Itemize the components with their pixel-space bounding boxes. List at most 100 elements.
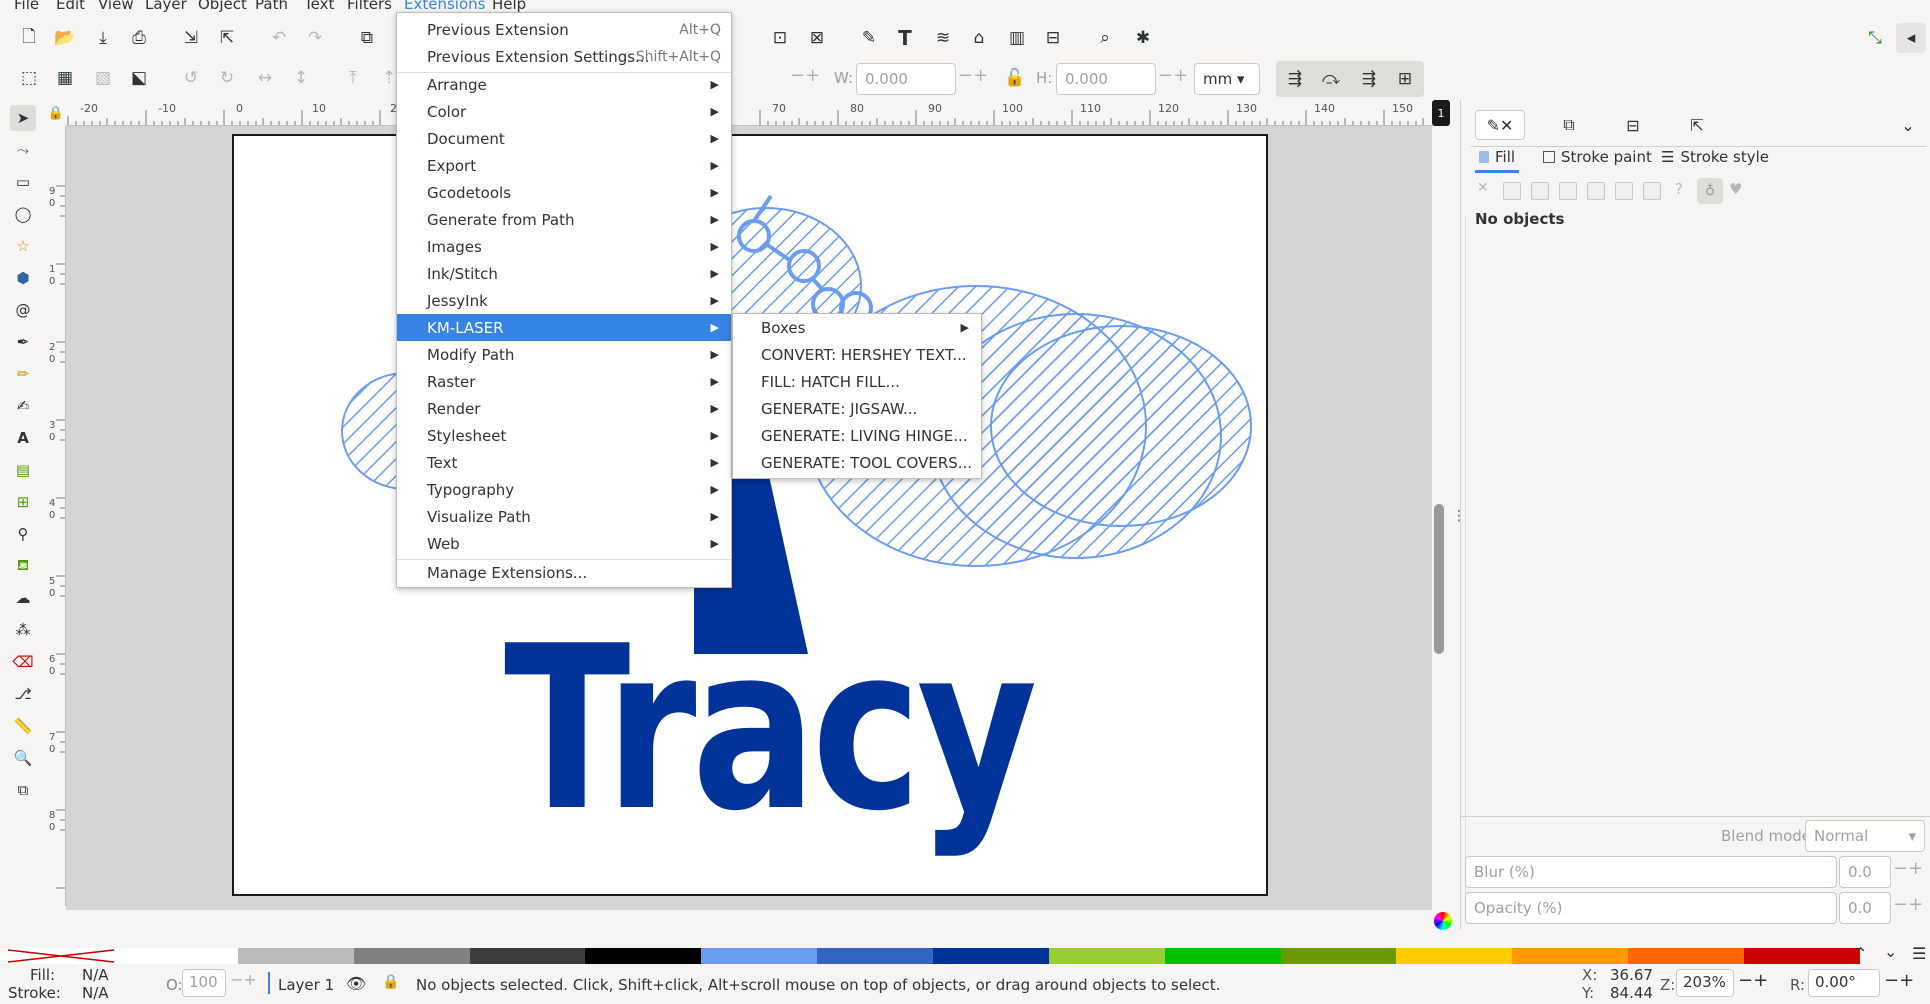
menu-path[interactable]: Path	[255, 0, 288, 12]
ellipse-tool-icon[interactable]: ◯	[10, 201, 36, 227]
stroke-paint-tab[interactable]: Stroke paint	[1543, 148, 1652, 166]
palette-swatch[interactable]	[237, 948, 354, 964]
unset-paint-icon[interactable]: ?	[1675, 180, 1683, 198]
fill-stroke-icon[interactable]: ✎	[854, 23, 884, 53]
height-field[interactable]: 0.000	[1056, 63, 1156, 95]
palette-swatch[interactable]	[1744, 948, 1860, 964]
spray-tool-icon[interactable]: ⁂	[10, 617, 36, 643]
preferences-icon[interactable]: ✱	[1128, 23, 1158, 53]
print-icon[interactable]: ⎙	[124, 23, 154, 53]
menu-item-arrange[interactable]: Arrange ▶	[397, 71, 731, 98]
palette-scroll-down-icon[interactable]: ⌄	[1884, 942, 1897, 961]
layer-lock-icon[interactable]: 🔒	[382, 974, 399, 990]
swatch-icon[interactable]	[1643, 182, 1661, 200]
blend-mode-select[interactable]: Normal ▾	[1805, 820, 1925, 852]
no-paint-icon[interactable]: ✕	[1477, 180, 1489, 196]
star-tool-icon[interactable]: ☆	[10, 233, 36, 259]
menu-item-raster[interactable]: Raster ▶	[397, 368, 731, 395]
palette-menu-icon[interactable]: ☰	[1912, 944, 1926, 963]
duplicate-icon[interactable]: ⧉	[352, 23, 382, 53]
menu-item-jessyink[interactable]: JessyInk ▶	[397, 287, 731, 314]
rotation-spin-buttons[interactable]: −+	[1884, 970, 1914, 991]
import-icon[interactable]: ⇲	[176, 23, 206, 53]
layers-icon[interactable]: ≋	[928, 23, 958, 53]
text-font-icon[interactable]: T	[890, 23, 920, 53]
menu-item-color[interactable]: Color ▶	[397, 98, 731, 125]
undo-icon[interactable]: ↶	[264, 23, 294, 53]
tweak-tool-icon[interactable]: ☁	[10, 585, 36, 611]
flip-vertical-icon[interactable]: ↕	[286, 63, 316, 93]
vertical-scrollbar-thumb[interactable]	[1434, 504, 1444, 654]
palette-swatch[interactable]	[933, 948, 1049, 964]
menu-view[interactable]: View	[98, 0, 134, 12]
select-all-layers-icon[interactable]: ▦	[50, 63, 80, 93]
submenu-item-hershey-text[interactable]: CONVERT: HERSHEY TEXT...	[733, 341, 981, 368]
tracy-text[interactable]: Tracy	[504, 617, 1037, 843]
export-tab-icon[interactable]: ⇱	[1679, 110, 1715, 140]
panel-resize-handle-icon[interactable]: ⋮	[1452, 508, 1466, 532]
pen-tool-icon[interactable]: ✒	[10, 329, 36, 355]
palette-swatch[interactable]	[353, 948, 470, 964]
ungroup-icon[interactable]: ⊠	[802, 23, 832, 53]
export-icon[interactable]: ⇱	[212, 23, 242, 53]
mesh-gradient-icon[interactable]	[1587, 182, 1605, 200]
menu-item-ink-stitch[interactable]: Ink/Stitch ▶	[397, 260, 731, 287]
gradient-tool-icon[interactable]: ▤	[10, 457, 36, 483]
menu-item-generate-from-path[interactable]: Generate from Path ▶	[397, 206, 731, 233]
select-all-icon[interactable]: ⬚	[14, 63, 44, 93]
node-tool-icon[interactable]: ⤳	[10, 137, 36, 163]
palette-swatch[interactable]	[1048, 948, 1165, 964]
menu-item-document[interactable]: Document ▶	[397, 125, 731, 152]
3d-box-tool-icon[interactable]: ⬢	[10, 265, 36, 291]
menu-file[interactable]: File	[14, 0, 39, 12]
palette-swatch[interactable]	[1512, 948, 1629, 964]
xml-editor-icon[interactable]: ⌂	[964, 23, 994, 53]
lock-ratio-icon[interactable]: 🔓	[1000, 63, 1030, 93]
menu-item-typography[interactable]: Typography ▶	[397, 476, 731, 503]
menu-item-stylesheet[interactable]: Stylesheet ▶	[397, 422, 731, 449]
new-document-icon[interactable]: 🗋	[14, 23, 44, 53]
mesh-tool-icon[interactable]: ⊞	[10, 489, 36, 515]
menu-extensions[interactable]: Extensions	[398, 0, 491, 12]
palette-swatch[interactable]	[1280, 948, 1397, 964]
measure-tool-icon[interactable]: 📏	[10, 713, 36, 739]
palette-swatch[interactable]	[469, 948, 586, 964]
selector-tool-icon[interactable]: ➤	[10, 105, 36, 131]
group-icon[interactable]: ⊡	[765, 23, 795, 53]
menu-item-web[interactable]: Web ▶	[397, 530, 731, 557]
menu-item-text[interactable]: Text ▶	[397, 449, 731, 476]
no-color-swatch[interactable]	[0, 948, 122, 964]
calligraphy-tool-icon[interactable]: ✍	[10, 393, 36, 419]
fill-rule-nonzero-icon[interactable]: ♥	[1729, 180, 1742, 198]
snap-toggle-icon[interactable]: ⤡	[1860, 23, 1890, 53]
layer-name[interactable]: Layer 1	[278, 976, 334, 994]
unit-select[interactable]: mm ▾	[1194, 63, 1260, 95]
layer-visibility-icon[interactable]: 👁	[346, 974, 366, 993]
panel-menu-chevron-icon[interactable]: ⌄	[1893, 110, 1923, 140]
linear-gradient-icon[interactable]	[1531, 182, 1549, 200]
deselect-icon[interactable]: ▧	[88, 63, 118, 93]
document-properties-icon[interactable]: ▥	[1002, 23, 1032, 53]
palette-swatch[interactable]	[122, 948, 238, 964]
submenu-item-tool-covers[interactable]: GENERATE: TOOL COVERS...	[733, 449, 981, 476]
fill-stroke-tab-icon[interactable]: ✎✕	[1475, 110, 1525, 140]
find-icon[interactable]: ⌕	[1090, 23, 1120, 53]
move-patterns-icon[interactable]: ⊞	[1390, 64, 1420, 94]
palette-scroll-up-icon[interactable]: ⌃	[1854, 944, 1867, 963]
flip-horizontal-icon[interactable]: ↔	[250, 63, 280, 93]
pencil-tool-icon[interactable]: ✏	[10, 361, 36, 387]
opacity-spin-buttons[interactable]: −+	[1893, 894, 1923, 915]
submenu-item-boxes[interactable]: Boxes ▶	[733, 314, 981, 341]
menu-item-modify-path[interactable]: Modify Path ▶	[397, 341, 731, 368]
paint-bucket-tool-icon[interactable]: ⛾	[10, 553, 36, 579]
menu-item-export[interactable]: Export ▶	[397, 152, 731, 179]
zoom-field[interactable]: 203%	[1676, 969, 1734, 997]
menu-layer[interactable]: Layer	[145, 0, 187, 12]
pages-tool-icon[interactable]: ⧉	[10, 777, 36, 803]
palette-swatch[interactable]	[1628, 948, 1745, 964]
palette-swatch[interactable]	[817, 948, 934, 964]
width-field[interactable]: 0.000	[856, 63, 956, 95]
color-manage-icon[interactable]	[1434, 912, 1452, 930]
open-icon[interactable]: 📂	[50, 23, 80, 53]
menu-edit[interactable]: Edit	[56, 0, 85, 12]
